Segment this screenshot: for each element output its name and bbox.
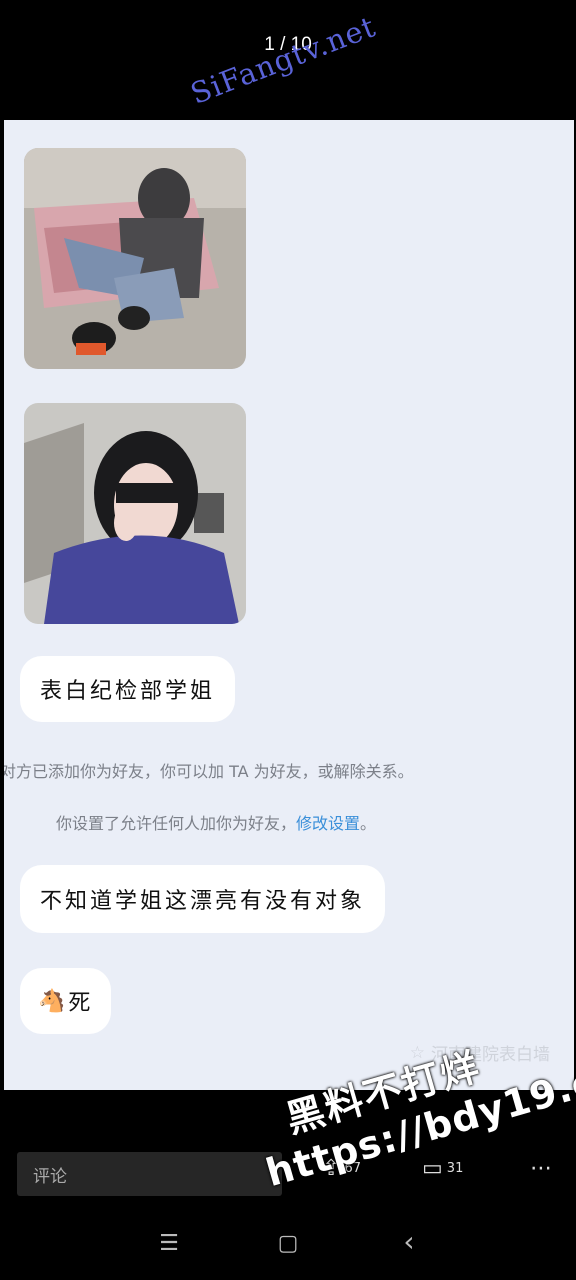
message-text: 不知道学姐这漂亮有没有对象 (40, 889, 366, 914)
back-nav-button[interactable]: ‹ (394, 1225, 424, 1258)
comment-input[interactable]: 评论 (17, 1152, 282, 1196)
system-nav-bar: ☰ ▢ ‹ (0, 1215, 576, 1275)
notice-end: 。 (360, 814, 377, 833)
modify-settings-link[interactable]: 修改设置 (296, 814, 360, 833)
message-bubble: 表白纪检部学姐 (20, 656, 236, 722)
chat-screenshot: 表白纪检部学姐 对方已添加你为好友，你可以加 TA 为好友，或解除关系。 你设置… (4, 120, 574, 1090)
menu-nav-button[interactable]: ☰ (154, 1231, 184, 1256)
horse-emoji: 🐴 (38, 988, 69, 1014)
system-notice-settings: 你设置了允许任何人加你为好友，修改设置。 (56, 810, 556, 834)
photo-girl-in-box[interactable] (24, 148, 246, 369)
comment-button[interactable]: ▭ 31 (422, 1156, 463, 1181)
comment-placeholder: 评论 (33, 1166, 67, 1187)
photo-girl-portrait[interactable] (24, 403, 246, 624)
system-notice-friend-added: 对方已添加你为好友，你可以加 TA 为好友，或解除关系。 (4, 762, 414, 781)
message-text: 表白纪检部学姐 (40, 679, 216, 704)
notice-text: 你设置了允许任何人加你为好友， (56, 814, 297, 833)
home-nav-button[interactable]: ▢ (273, 1231, 303, 1256)
message-text: 死 (68, 991, 94, 1016)
watermark-sifangtv: SiFangtv.net (185, 9, 381, 111)
comment-icon: ▭ (422, 1156, 443, 1181)
message-bubble: 🐴 死 (20, 968, 112, 1034)
message-bubble: 不知道学姐这漂亮有没有对象 (20, 865, 386, 933)
more-button[interactable]: ⋯ (530, 1156, 552, 1181)
comment-count: 31 (446, 1161, 464, 1176)
